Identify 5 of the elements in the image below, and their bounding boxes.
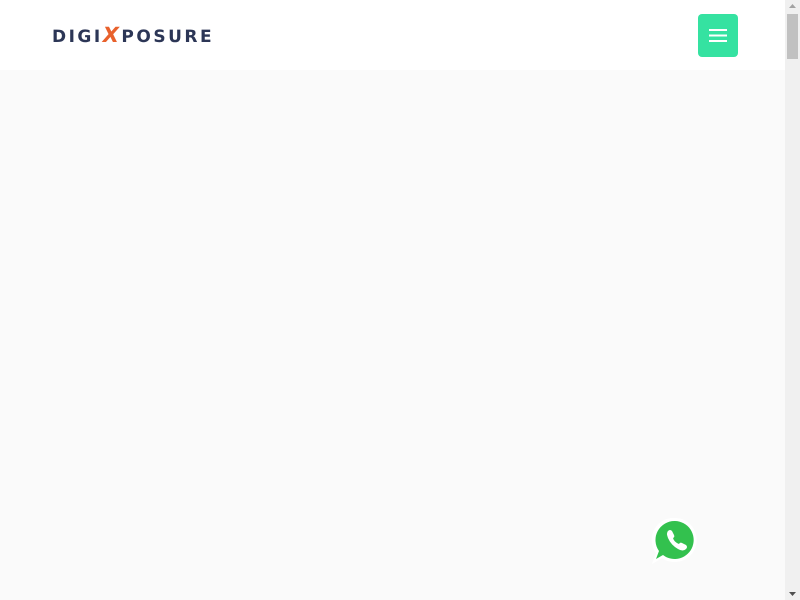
logo[interactable]: DIGIXPOSURE xyxy=(52,23,214,47)
scrollbar[interactable] xyxy=(785,0,800,600)
menu-button[interactable] xyxy=(698,14,738,56)
menu-icon xyxy=(709,28,727,42)
scrollbar-thumb[interactable] xyxy=(787,14,798,59)
